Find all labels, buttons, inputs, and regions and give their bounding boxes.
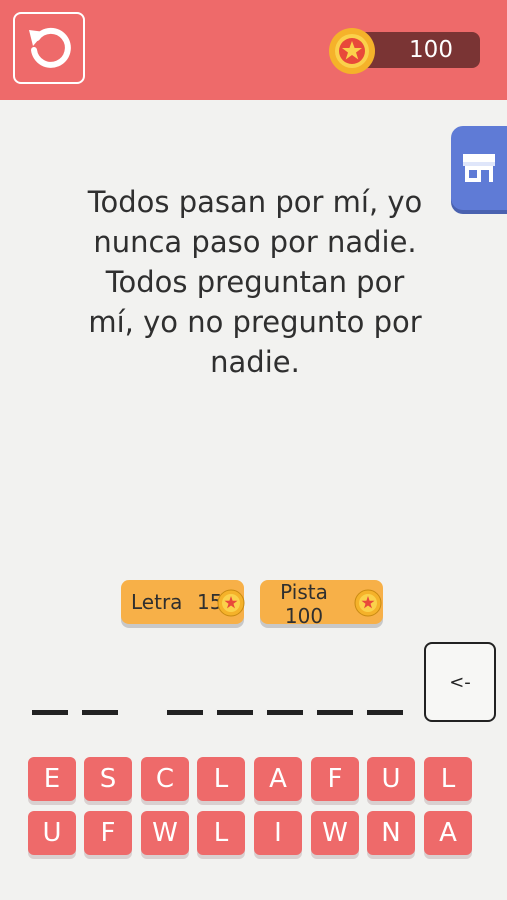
riddle-line: nadie.: [210, 345, 300, 379]
backspace-button[interactable]: <-: [424, 642, 496, 722]
letter-key[interactable]: U: [28, 811, 76, 855]
letter-key[interactable]: L: [197, 811, 245, 855]
shop-button[interactable]: [451, 126, 507, 210]
answer-slot[interactable]: [82, 710, 118, 715]
riddle-line: Todos pasan por mí, yo: [87, 185, 423, 219]
letter-key[interactable]: W: [141, 811, 189, 855]
letter-key[interactable]: E: [28, 757, 76, 801]
letter-key[interactable]: N: [367, 811, 415, 855]
letter-key[interactable]: W: [311, 811, 359, 855]
answer-slot[interactable]: [32, 710, 68, 715]
clue-hint-label: Pista 100: [280, 580, 328, 628]
letter-key[interactable]: C: [141, 757, 189, 801]
riddle-line: Todos preguntan por: [105, 265, 405, 299]
clue-hint-button[interactable]: Pista 100: [260, 580, 383, 628]
letter-hint-button[interactable]: Letra 15: [121, 580, 245, 624]
riddle-line: nunca paso por nadie.: [93, 225, 417, 259]
letter-key[interactable]: I: [254, 811, 302, 855]
restart-button[interactable]: [13, 12, 85, 84]
riddle-line: mí, yo no pregunto por: [88, 305, 422, 339]
answer-slot[interactable]: [317, 710, 353, 715]
answer-slot[interactable]: [217, 710, 253, 715]
store-icon: [463, 154, 495, 182]
riddle-text: Todos pasan por mí, yo nunca paso por na…: [60, 182, 450, 382]
letter-key[interactable]: L: [424, 757, 472, 801]
answer-slot[interactable]: [167, 710, 203, 715]
letter-hint-label: Letra: [131, 590, 183, 614]
answer-slot[interactable]: [367, 710, 403, 715]
letter-key[interactable]: A: [254, 757, 302, 801]
letter-key[interactable]: F: [311, 757, 359, 801]
letter-key[interactable]: A: [424, 811, 472, 855]
star-coin-icon: [329, 28, 375, 74]
letter-key[interactable]: L: [197, 757, 245, 801]
letter-key[interactable]: F: [84, 811, 132, 855]
letter-key[interactable]: S: [84, 757, 132, 801]
restart-icon: [29, 27, 71, 68]
letter-key[interactable]: U: [367, 757, 415, 801]
coin-icon: [354, 589, 382, 617]
coin-count: 100: [409, 37, 453, 63]
answer-slot[interactable]: [267, 710, 303, 715]
top-bar: 100: [0, 0, 507, 100]
coin-icon: [217, 589, 245, 617]
